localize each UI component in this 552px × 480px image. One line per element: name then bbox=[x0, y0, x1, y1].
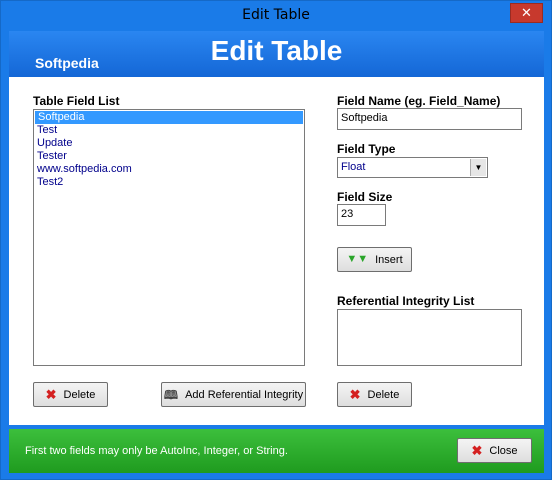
book-icon: 🕮 bbox=[163, 387, 179, 402]
add-referential-integrity-label: Add Referential Integrity bbox=[185, 388, 304, 401]
close-button[interactable]: ✖ Close bbox=[457, 438, 532, 463]
list-item[interactable]: Softpedia bbox=[35, 111, 303, 124]
insert-button[interactable]: ▼▼ Insert bbox=[337, 247, 412, 272]
x-icon: ✖ bbox=[471, 443, 483, 458]
edit-table-window: Edit Table ✕ Softpedia Edit Table Table … bbox=[0, 0, 552, 480]
delete-referential-integrity-button[interactable]: ✖ Delete bbox=[337, 382, 412, 407]
list-item[interactable]: Tester bbox=[34, 150, 304, 163]
delete-referential-integrity-label: Delete bbox=[367, 388, 400, 401]
x-icon: ✖ bbox=[349, 387, 361, 402]
referential-integrity-list-label: Referential Integrity List bbox=[337, 294, 475, 308]
field-type-value: Float bbox=[341, 161, 366, 173]
table-field-list-label: Table Field List bbox=[33, 94, 120, 108]
table-field-list[interactable]: Softpedia Test Update Tester www.softped… bbox=[33, 109, 305, 366]
title-bar: Edit Table ✕ bbox=[1, 1, 551, 31]
referential-integrity-list[interactable] bbox=[337, 309, 522, 366]
insert-label: Insert bbox=[375, 253, 403, 266]
list-item[interactable]: Test2 bbox=[34, 176, 304, 189]
field-name-label: Field Name (eg. Field_Name) bbox=[337, 94, 501, 108]
page-title: Edit Table bbox=[210, 35, 343, 66]
window-close-button[interactable]: ✕ bbox=[510, 3, 543, 23]
field-type-label: Field Type bbox=[337, 142, 396, 156]
footer-message: First two fields may only be AutoInc, In… bbox=[25, 445, 288, 457]
list-item[interactable]: Test bbox=[34, 124, 304, 137]
chevron-down-icon[interactable]: ▼ bbox=[470, 159, 486, 176]
list-item[interactable]: Update bbox=[34, 137, 304, 150]
field-size-input[interactable]: 23 bbox=[337, 204, 386, 226]
add-referential-integrity-button[interactable]: 🕮 Add Referential Integrity bbox=[161, 382, 306, 407]
x-icon: ✖ bbox=[45, 387, 57, 402]
close-label: Close bbox=[489, 444, 518, 457]
field-size-label: Field Size bbox=[337, 190, 393, 204]
header-banner: Softpedia Edit Table bbox=[9, 31, 544, 77]
main-panel: Table Field List Softpedia Test Update T… bbox=[9, 77, 544, 425]
field-name-input[interactable]: Softpedia bbox=[337, 108, 522, 130]
list-item[interactable]: www.softpedia.com bbox=[34, 163, 304, 176]
delete-field-button[interactable]: ✖ Delete bbox=[33, 382, 108, 407]
field-type-select[interactable]: Float ▼ bbox=[337, 157, 488, 178]
arrow-down-icon: ▼▼ bbox=[346, 253, 369, 265]
delete-field-label: Delete bbox=[63, 388, 96, 401]
footer-bar: First two fields may only be AutoInc, In… bbox=[9, 429, 544, 473]
window-title: Edit Table bbox=[242, 7, 310, 23]
